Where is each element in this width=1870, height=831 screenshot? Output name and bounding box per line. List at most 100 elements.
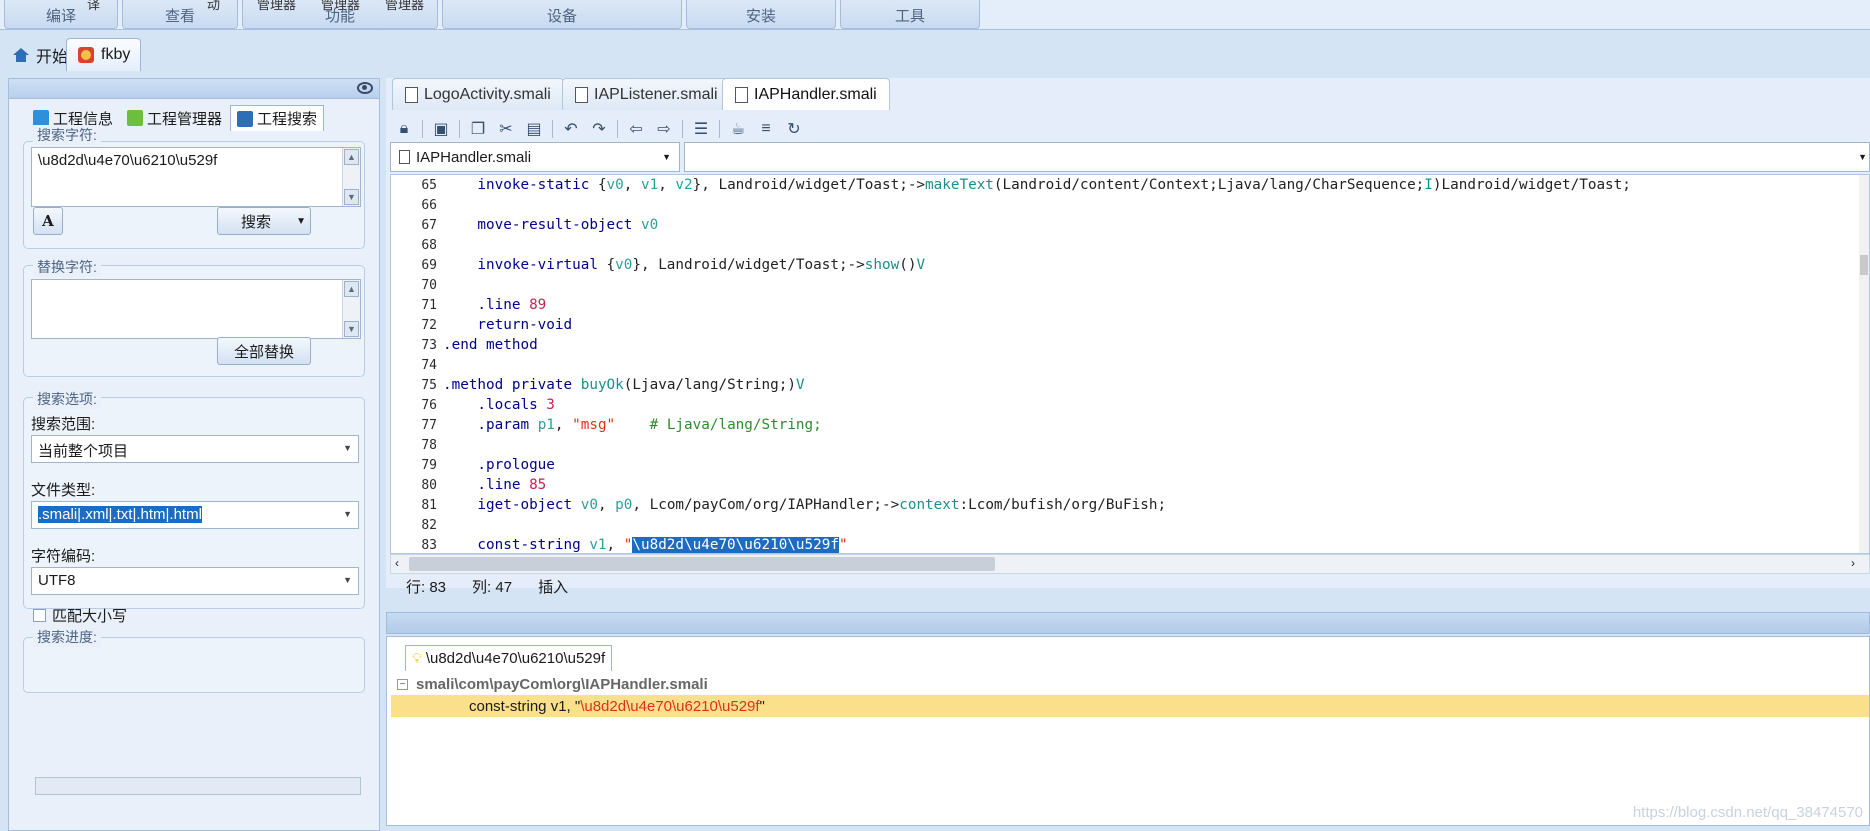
code-token: .line bbox=[443, 297, 530, 313]
horizontal-scrollbar[interactable]: ‹ › bbox=[390, 554, 1870, 574]
results-tab-label: \u8d2d\u4e70\u6210\u529f bbox=[425, 650, 606, 667]
replace-all-button[interactable]: 全部替换 bbox=[217, 337, 311, 365]
back-icon[interactable]: ⇦ bbox=[626, 119, 646, 139]
separator bbox=[682, 120, 683, 138]
search-input[interactable]: \u8d2d\u4e70\u6210\u529f ▲ ▼ bbox=[31, 147, 361, 207]
code-token: v1 bbox=[640, 177, 659, 193]
code-line[interactable]: 76 .locals 3 bbox=[391, 395, 555, 415]
tab-project[interactable]: fkby bbox=[66, 38, 142, 71]
tab-project-search[interactable]: 工程搜索 bbox=[230, 105, 325, 131]
tab-iaplistener[interactable]: IAPListener.smali bbox=[562, 78, 731, 110]
scroll-left-icon[interactable]: ‹ bbox=[395, 556, 399, 570]
code-line[interactable]: 68 bbox=[391, 235, 443, 255]
scroll-thumb[interactable] bbox=[409, 557, 995, 571]
code-line[interactable]: 66 bbox=[391, 195, 443, 215]
code-token: (Landroid/content/Context;Ljava/lang/Cha… bbox=[993, 177, 1425, 193]
forward-icon[interactable]: ⇨ bbox=[654, 119, 674, 139]
format-icon[interactable]: ≡ bbox=[756, 119, 776, 139]
code-line[interactable]: 78 bbox=[391, 435, 443, 455]
file-select[interactable]: IAPHandler.smali ▼ bbox=[390, 142, 680, 172]
wrap-icon[interactable]: ☰ bbox=[691, 119, 711, 139]
code-token: , bbox=[623, 177, 641, 193]
replace-input[interactable]: ▲ ▼ bbox=[31, 279, 361, 339]
search-results: 💡︎ \u8d2d\u4e70\u6210\u529f − smali\com\… bbox=[386, 636, 1870, 826]
save-icon[interactable]: ▣ bbox=[431, 119, 451, 139]
ribbon-group-tools[interactable]: 工具 bbox=[840, 0, 980, 29]
code-line[interactable]: 83 const-string v1, "\u8d2d\u4e70\u6210\… bbox=[391, 535, 848, 553]
ribbon-group-functions[interactable]: 管理器 管理器 管理器 功能 bbox=[242, 0, 438, 29]
code-token: makeText bbox=[925, 177, 994, 193]
results-tab[interactable]: 💡︎ \u8d2d\u4e70\u6210\u529f bbox=[405, 645, 613, 671]
dropdown-icon[interactable]: ▼ bbox=[296, 216, 306, 227]
code-line[interactable]: 79 .prologue bbox=[391, 455, 555, 475]
code-token: , Lcom/payCom/org/IAPHandler;-> bbox=[632, 497, 900, 513]
lock-icon[interactable]: 🔒︎ bbox=[394, 119, 414, 139]
code-line[interactable]: 73 .end method bbox=[391, 335, 537, 355]
code-token: 85 bbox=[529, 477, 547, 493]
panel-header bbox=[9, 79, 379, 99]
separator bbox=[422, 120, 423, 138]
undo-icon[interactable]: ↶ bbox=[561, 119, 581, 139]
scrollbar[interactable]: ▲ ▼ bbox=[342, 148, 360, 206]
checkbox-box[interactable] bbox=[33, 609, 46, 622]
line-number: 78 bbox=[421, 438, 437, 453]
encoding-select[interactable]: UTF8 ▼ bbox=[31, 567, 359, 595]
code-line[interactable]: 77 .param p1, "msg" # Ljava/lang/String; bbox=[391, 415, 821, 435]
code-token: , bbox=[554, 417, 573, 433]
code-line[interactable]: 71 .line 89 bbox=[391, 295, 546, 315]
vertical-scrollbar[interactable] bbox=[1859, 175, 1869, 553]
ribbon-group-install[interactable]: 安装 bbox=[686, 0, 836, 29]
code-token: }, Landroid/widget/Toast;-> bbox=[632, 257, 865, 273]
search-button[interactable]: 搜索 ▼ bbox=[217, 207, 311, 235]
tab-home-label: 开始 bbox=[36, 48, 69, 66]
ribbon-group-device[interactable]: 设备 bbox=[442, 0, 682, 29]
code-line[interactable]: 72 return-void bbox=[391, 315, 572, 335]
result-match-row[interactable]: const-string v1, " \u8d2d\u4e70\u6210\u52… bbox=[391, 695, 1869, 717]
collapse-icon[interactable]: − bbox=[397, 678, 408, 690]
search-icon bbox=[237, 110, 254, 127]
code-token: 3 bbox=[546, 397, 555, 413]
result-file-node[interactable]: − smali\com\payCom\org\IAPHandler.smali bbox=[387, 673, 1870, 695]
code-token: I bbox=[1424, 177, 1433, 193]
code-line[interactable]: 69 invoke-virtual {v0}, Landroid/widget/… bbox=[391, 255, 925, 275]
code-line[interactable]: 75 .method private buyOk(Ljava/lang/Strin… bbox=[391, 375, 804, 395]
redo-icon[interactable]: ↷ bbox=[589, 119, 609, 139]
tab-logoactivity[interactable]: LogoActivity.smali bbox=[392, 78, 564, 110]
font-button[interactable]: A bbox=[33, 207, 63, 235]
scroll-right-icon[interactable]: › bbox=[1851, 556, 1855, 570]
code-token: v0 bbox=[580, 497, 598, 513]
code-line[interactable]: 70 bbox=[391, 275, 443, 295]
tab-label: LogoActivity.smali bbox=[424, 85, 551, 103]
copy-icon[interactable]: ❐ bbox=[468, 119, 488, 139]
match-case-checkbox[interactable]: 匹配大小写 bbox=[33, 605, 127, 626]
code-line[interactable]: 65 invoke-static {v0, v1, v2}, Landroid/… bbox=[391, 175, 1631, 195]
lightbulb-icon: 💡︎ bbox=[412, 650, 422, 666]
code-token: 89 bbox=[529, 297, 547, 313]
filetype-select[interactable]: .smali|.xml|.txt|.htm|.html ▼ bbox=[31, 501, 359, 529]
tab-iaphandler[interactable]: IAPHandler.smali bbox=[722, 78, 890, 110]
code-token: v2 bbox=[675, 177, 693, 193]
eye-icon[interactable] bbox=[357, 82, 373, 94]
ribbon-group-label: 功能 bbox=[324, 8, 355, 25]
code-token: p0 bbox=[615, 497, 633, 513]
ribbon-group-view[interactable]: 动 查看 bbox=[122, 0, 238, 29]
code-line[interactable]: 80 .line 85 bbox=[391, 475, 546, 495]
code-line[interactable]: 82 bbox=[391, 515, 443, 535]
refresh-icon[interactable]: ↻ bbox=[784, 119, 804, 139]
encoding-value: UTF8 bbox=[38, 572, 76, 589]
scope-select[interactable]: 当前整个项目 ▼ bbox=[31, 435, 359, 463]
ribbon-group-compile[interactable]: 译 编译 bbox=[4, 0, 118, 29]
line-number: 75 bbox=[421, 378, 437, 393]
scrollbar[interactable]: ▲ ▼ bbox=[342, 280, 360, 338]
member-select[interactable]: ▼ bbox=[684, 142, 1870, 172]
paste-icon[interactable]: ▤ bbox=[524, 119, 544, 139]
java-icon[interactable]: ☕ bbox=[728, 119, 748, 139]
line-number: 73 bbox=[421, 338, 437, 353]
code-line[interactable]: 81 iget-object v0, p0, Lcom/payCom/org/I… bbox=[391, 495, 1166, 515]
tab-project-manager[interactable]: 工程管理器 bbox=[121, 105, 228, 131]
code-area[interactable]: 65 invoke-static {v0, v1, v2}, Landroid/… bbox=[390, 174, 1870, 554]
code-line[interactable]: 74 bbox=[391, 355, 443, 375]
ribbon-group-label: 查看 bbox=[164, 8, 195, 25]
cut-icon[interactable]: ✂ bbox=[496, 119, 516, 139]
code-line[interactable]: 67 move-result-object v0 bbox=[391, 215, 658, 235]
